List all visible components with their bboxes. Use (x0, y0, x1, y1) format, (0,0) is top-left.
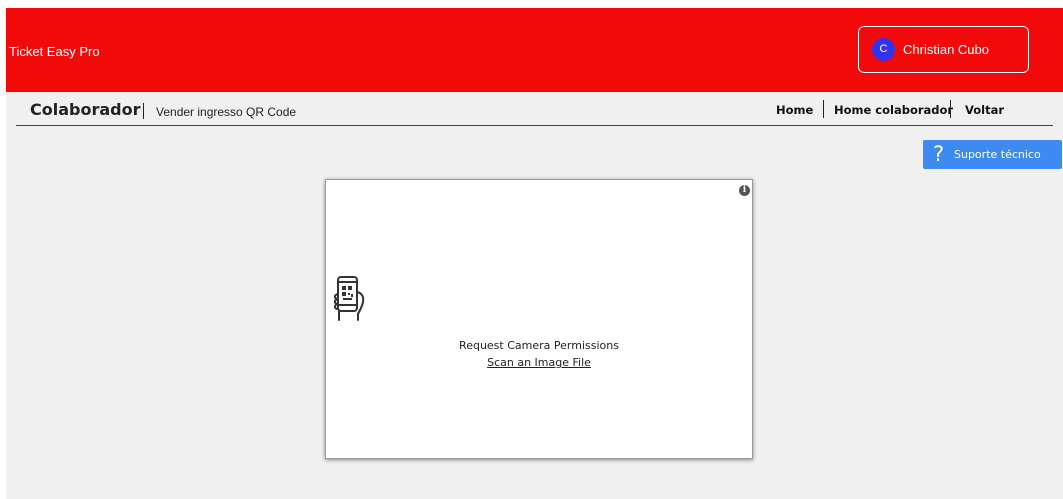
sub-header: Colaborador Vender ingresso QR Code Home… (16, 92, 1053, 126)
brand-name[interactable]: Ticket Easy Pro (9, 44, 100, 60)
section-title: Colaborador (30, 100, 141, 119)
support-button-label: Suporte técnico (954, 148, 1041, 161)
top-header: Ticket Easy Pro C Christian Cubo (6, 8, 1063, 92)
phone-qr-scan-icon (333, 276, 365, 321)
question-mark-icon: ? (933, 142, 945, 166)
app-container: Ticket Easy Pro C Christian Cubo Colabor… (6, 8, 1063, 499)
support-button[interactable]: ? Suporte técnico (923, 140, 1062, 169)
scan-image-file-link[interactable]: Scan an Image File (326, 356, 752, 370)
divider (143, 103, 144, 119)
page: Ticket Easy Pro C Christian Cubo Colabor… (0, 0, 1063, 499)
info-icon[interactable]: i (739, 185, 750, 196)
page-title: Vender ingresso QR Code (156, 105, 297, 119)
nav-home-link[interactable]: Home (776, 103, 813, 117)
qr-scanner-panel: i Request Camera Permissions Scan an Ima… (325, 179, 753, 459)
request-camera-permissions-button[interactable]: Request Camera Permissions (326, 339, 752, 353)
avatar: C (872, 38, 895, 61)
user-name: Christian Cubo (903, 42, 989, 57)
nav-divider (950, 100, 951, 118)
nav-divider (823, 100, 824, 118)
user-menu-button[interactable]: C Christian Cubo (858, 26, 1029, 73)
nav-voltar-link[interactable]: Voltar (965, 103, 1004, 117)
nav-home-colaborador-link[interactable]: Home colaborador (834, 103, 953, 117)
